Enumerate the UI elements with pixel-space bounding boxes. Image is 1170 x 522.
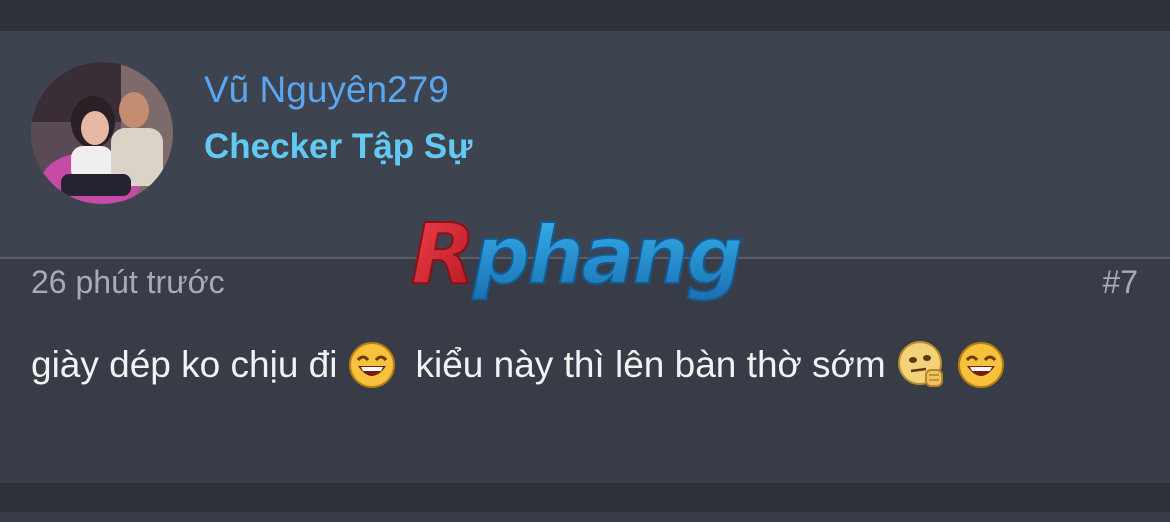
post-number-link[interactable]: #7 — [1102, 264, 1138, 301]
post-text-part1: giày dép ko chịu đi — [31, 344, 338, 385]
post-text-part2: kiểu này thì lên bàn thờ sớm — [415, 344, 886, 385]
user-rank-title: Checker Tập Sự — [204, 127, 473, 166]
post-author-header: Vũ Nguyên279 Checker Tập Sự — [0, 31, 1170, 257]
username-link[interactable]: Vũ Nguyên279 — [204, 69, 449, 111]
forum-post: Vũ Nguyên279 Checker Tập Sự — [0, 31, 1170, 483]
laughing-emoji-icon — [956, 340, 1006, 390]
header-divider — [0, 257, 1170, 259]
thinking-emoji-icon — [896, 340, 946, 390]
avatar-photo — [31, 62, 173, 204]
next-post-edge — [0, 512, 1170, 522]
avatar[interactable] — [31, 62, 173, 204]
post-timestamp[interactable]: 26 phút trước — [31, 264, 225, 301]
laughing-emoji-icon — [347, 340, 397, 390]
post-content: giày dép ko chịu đi kiểu này thì lên bàn… — [31, 340, 1014, 390]
